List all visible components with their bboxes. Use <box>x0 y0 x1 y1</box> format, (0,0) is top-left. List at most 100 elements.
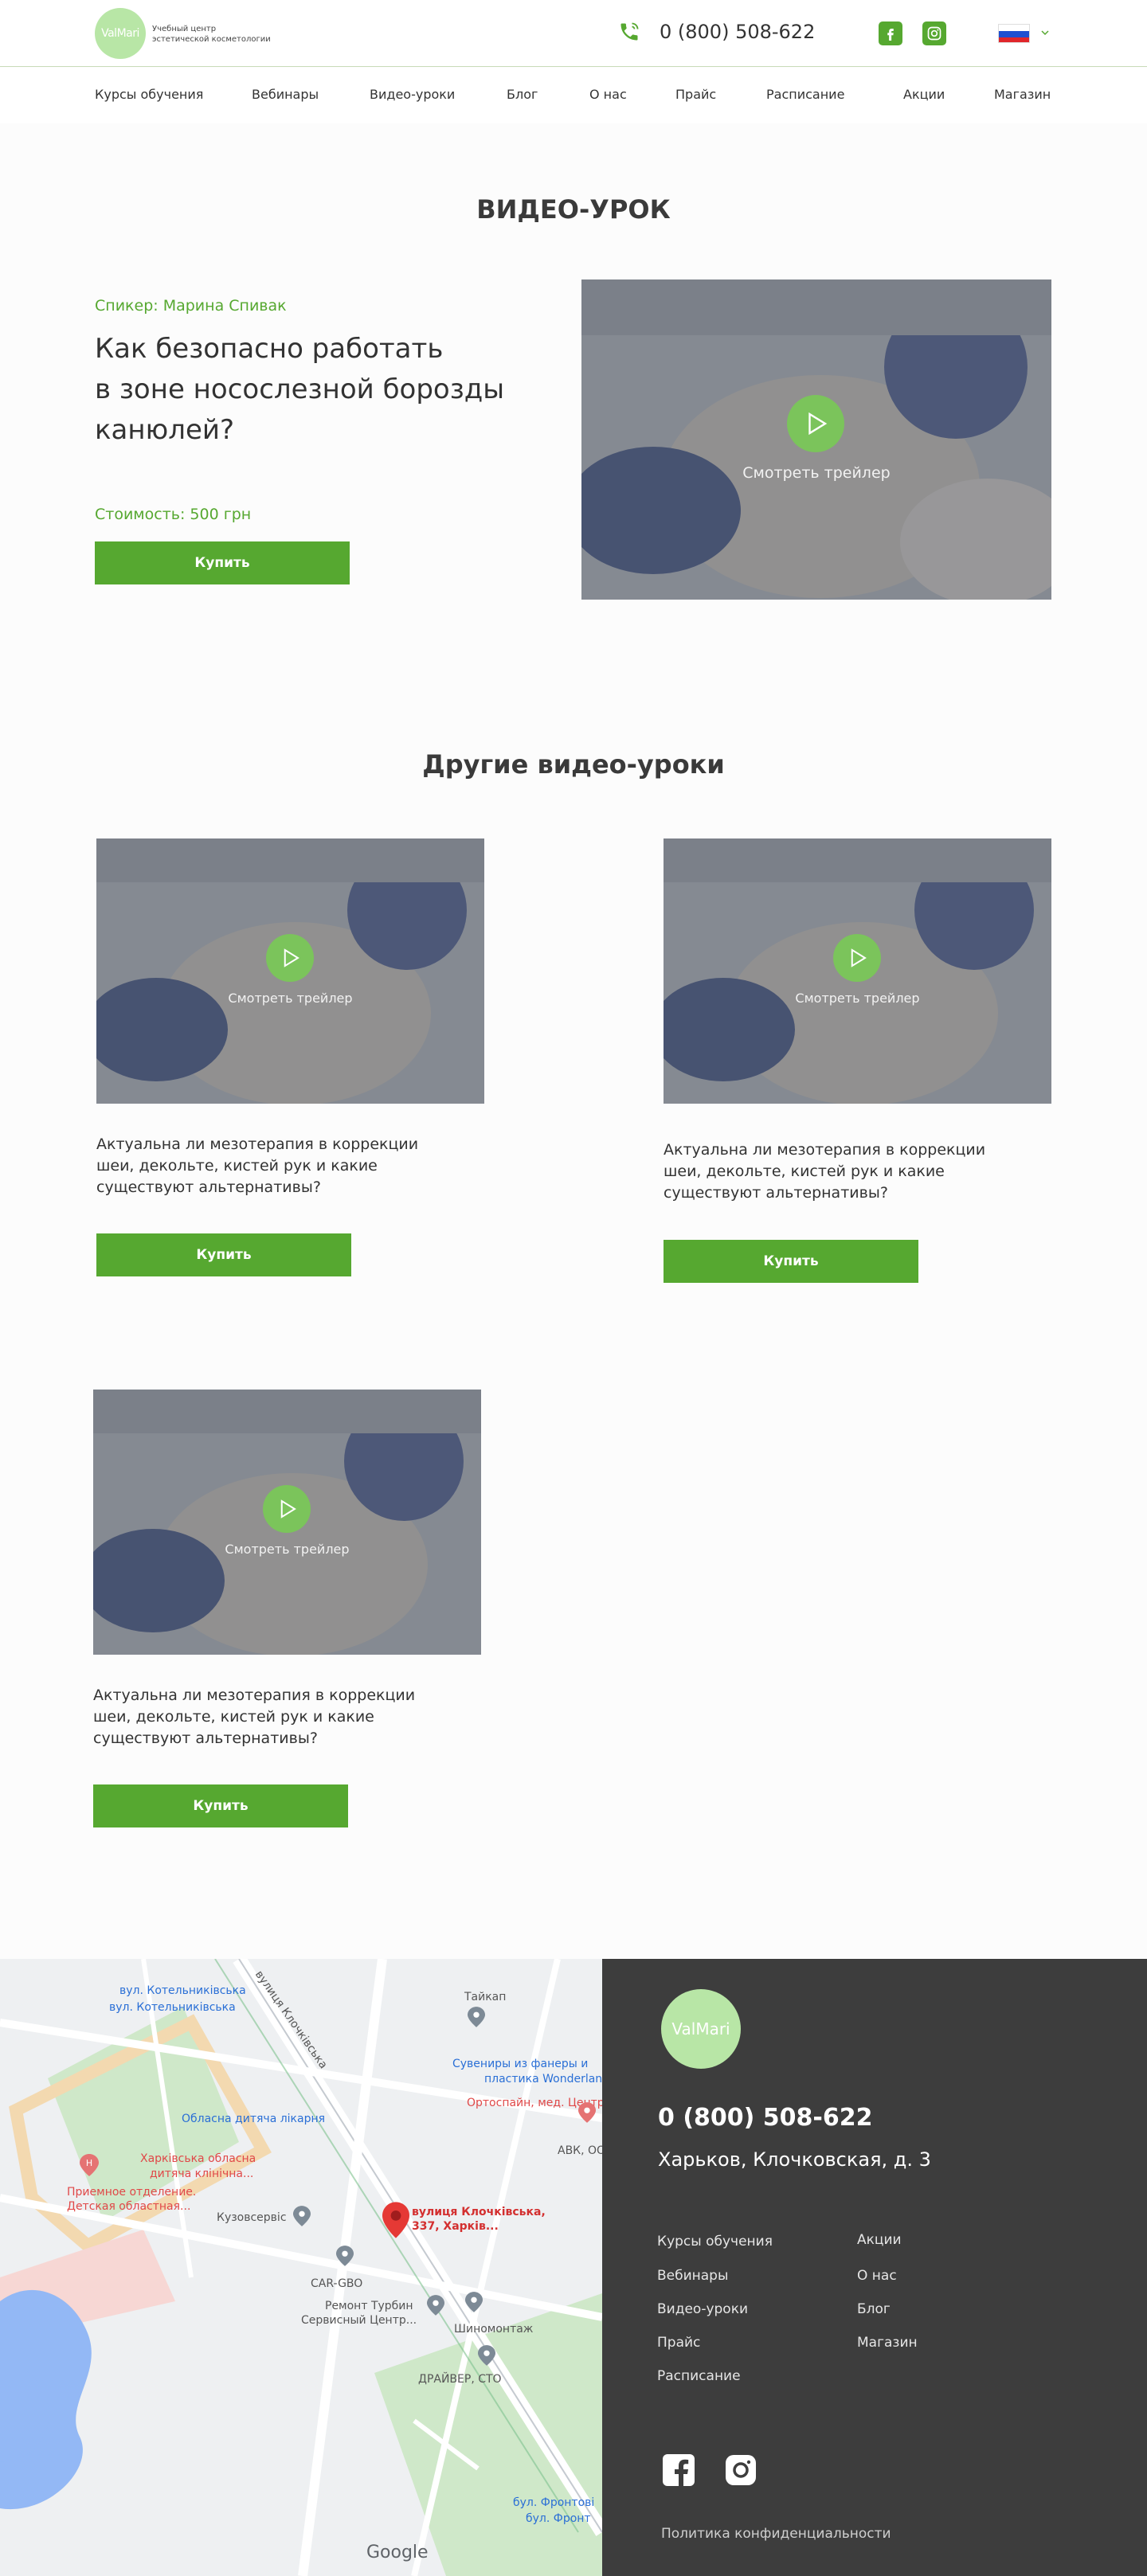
footer-link-webinars[interactable]: Вебинары <box>657 2268 728 2284</box>
speaker-label: Спикер: Марина Спивак <box>95 297 287 315</box>
card-title-line: шеи, декольте, кистей рук и какие <box>96 1157 378 1175</box>
video-trailer-card-2[interactable]: Смотреть трейлер <box>664 838 1051 1104</box>
lesson-title-line-1: Как безопасно работать <box>95 333 444 365</box>
nav-item-shop[interactable]: Магазин <box>994 87 1051 102</box>
google-logo: Google <box>366 2543 429 2562</box>
nav-item-courses[interactable]: Курсы обучения <box>95 87 203 102</box>
card-title-1: Актуальна ли мезотерапия в коррекции шеи… <box>96 1134 463 1198</box>
footer-link-shop[interactable]: Магазин <box>857 2335 918 2351</box>
map-pin-icon[interactable] <box>382 2202 409 2238</box>
nav-item-video-lessons[interactable]: Видео-уроки <box>370 87 455 102</box>
footer-link-courses[interactable]: Курсы обучения <box>657 2234 773 2250</box>
footer-instagram-icon[interactable] <box>723 2453 758 2488</box>
other-lessons-title: Другие видео-уроки <box>422 749 725 780</box>
nav-item-webinars[interactable]: Вебинары <box>252 87 319 102</box>
site-header: ValMari Учебный центр эстетической косме… <box>0 0 1147 67</box>
place-pin-icon <box>293 2206 311 2226</box>
footer-facebook-icon[interactable] <box>661 2453 696 2488</box>
buy-button-card-3[interactable]: Купить <box>93 1784 348 1827</box>
footer-link-promotions[interactable]: Акции <box>857 2232 902 2248</box>
play-icon[interactable] <box>263 1485 311 1533</box>
header-phone[interactable]: 0 (800) 508-622 <box>660 21 815 43</box>
map-label: Ремонт Турбин <box>325 2300 413 2312</box>
play-icon[interactable] <box>833 934 881 982</box>
footer-link-about[interactable]: О нас <box>857 2268 897 2284</box>
map-label: Обласна дитяча лікарня <box>182 2113 326 2125</box>
video-trailer-card-3[interactable]: Смотреть трейлер <box>93 1390 481 1655</box>
main-nav: Курсы обучения Вебинары Видео-уроки Блог… <box>0 68 1147 123</box>
card-title-line: шеи, декольте, кистей рук и какие <box>664 1163 945 1180</box>
footer-logo[interactable]: ValMari <box>661 1989 741 2069</box>
place-pin-icon <box>478 2345 495 2366</box>
instagram-icon[interactable] <box>922 21 946 45</box>
buy-button-card-1[interactable]: Купить <box>96 1233 351 1276</box>
map-label: Тайкап <box>464 1991 507 2003</box>
map-label: Детская областная... <box>67 2200 191 2213</box>
map-label: 337, Харків... <box>412 2220 499 2233</box>
map-label: CAR-GBO <box>311 2277 363 2290</box>
place-pin-icon <box>427 2295 444 2316</box>
card-title-line: существуют альтернативы? <box>93 1730 318 1747</box>
nav-item-price[interactable]: Прайс <box>675 87 716 102</box>
footer-phone[interactable]: 0 (800) 508-622 <box>658 2104 873 2132</box>
watch-trailer-label: Смотреть трейлер <box>225 1542 350 1557</box>
card-title-3: Актуальна ли мезотерапия в коррекции шеи… <box>93 1685 460 1749</box>
card-title-line: существуют альтернативы? <box>96 1179 321 1196</box>
chevron-down-icon[interactable] <box>1040 28 1050 37</box>
card-title-line: Актуальна ли мезотерапия в коррекции <box>664 1141 986 1159</box>
map-label: Приемное отделение. <box>67 2186 197 2199</box>
location-map[interactable]: вул. Котельниківська вул. Котельниківськ… <box>0 1959 602 2576</box>
place-pin-icon <box>465 2292 483 2312</box>
map-label: Сервисный Центр... <box>301 2314 417 2327</box>
video-trailer-card-1[interactable]: Смотреть трейлер <box>96 838 484 1104</box>
nav-item-promotions[interactable]: Акции <box>903 87 945 102</box>
place-pin-icon <box>578 2102 596 2123</box>
watch-trailer-label: Смотреть трейлер <box>228 991 353 1006</box>
map-label: вул. Котельниківська <box>119 1984 246 1997</box>
watch-trailer-label: Смотреть трейлер <box>742 464 891 482</box>
card-title-line: Актуальна ли мезотерапия в коррекции <box>96 1136 419 1153</box>
footer-link-video-lessons[interactable]: Видео-уроки <box>657 2301 748 2317</box>
nav-item-schedule[interactable]: Расписание <box>766 87 844 102</box>
footer-link-schedule[interactable]: Расписание <box>657 2368 741 2384</box>
price-label: Стоимость: 500 грн <box>95 506 252 523</box>
card-title-line: Актуальна ли мезотерапия в коррекции <box>93 1687 416 1704</box>
card-title-line: шеи, декольте, кистей рук и какие <box>93 1708 374 1726</box>
language-flag-icon[interactable] <box>998 24 1030 43</box>
place-pin-icon <box>468 2007 485 2027</box>
footer-address: Харьков, Клочковская, д. 3 <box>658 2148 931 2171</box>
watch-trailer-label: Смотреть трейлер <box>795 991 920 1006</box>
map-canvas <box>0 1959 602 2576</box>
privacy-policy-link[interactable]: Политика конфиденциальности <box>661 2526 891 2542</box>
nav-item-about[interactable]: О нас <box>589 87 627 102</box>
map-label: бул. Фронтові <box>513 2496 595 2509</box>
card-title-line: существуют альтернативы? <box>664 1184 888 1202</box>
map-label: Сувениры из фанеры и <box>452 2058 589 2070</box>
map-label: ДРАЙВЕР, СТО <box>418 2373 502 2386</box>
card-title-2: Актуальна ли мезотерапия в коррекции шеи… <box>664 1139 1030 1204</box>
lesson-title-line-3: канюлей? <box>95 414 235 446</box>
map-label: бул. Фронт <box>526 2512 591 2525</box>
video-trailer-main[interactable]: Смотреть трейлер <box>581 279 1051 600</box>
place-pin-icon <box>336 2246 354 2266</box>
logo-caption: Учебный центр эстетической косметологии <box>152 24 271 45</box>
lesson-title: Как безопасно работать в зоне носослезно… <box>95 329 541 451</box>
map-label: вулиця Клочківська, <box>412 2206 546 2218</box>
nav-item-blog[interactable]: Блог <box>507 87 538 102</box>
buy-button-card-2[interactable]: Купить <box>664 1240 918 1283</box>
map-label: АВК, ООО <box>558 2144 602 2157</box>
footer-link-price[interactable]: Прайс <box>657 2335 700 2351</box>
logo-caption-line-1: Учебный центр <box>152 25 217 33</box>
footer-link-blog[interactable]: Блог <box>857 2301 891 2317</box>
map-label: Шиномонтаж <box>454 2323 534 2336</box>
map-label: Кузовсервіс <box>217 2211 287 2224</box>
map-label: Харківська обласна <box>140 2152 256 2165</box>
logo[interactable]: ValMari <box>95 8 146 59</box>
facebook-icon[interactable] <box>879 21 902 45</box>
logo-caption-line-2: эстетической косметологии <box>152 35 271 44</box>
play-icon[interactable] <box>787 395 844 452</box>
page-title: ВИДЕО-УРОК <box>476 194 671 225</box>
hospital-pin-icon: H <box>80 2154 99 2176</box>
buy-button[interactable]: Купить <box>95 541 350 584</box>
play-icon[interactable] <box>266 934 314 982</box>
